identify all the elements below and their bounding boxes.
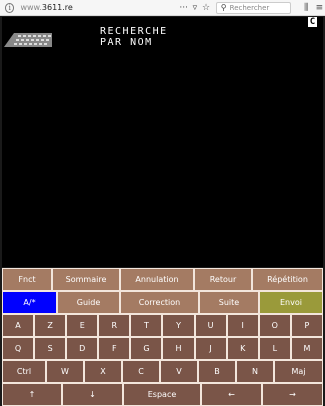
more-actions-icon[interactable]: ··· <box>178 3 189 13</box>
key-n[interactable]: N <box>236 360 274 383</box>
maj-key[interactable]: Maj <box>274 360 323 383</box>
bookmark-star-icon[interactable]: ☆ <box>200 3 211 13</box>
space-key[interactable]: Espace <box>123 383 201 406</box>
minitel-keyboard: Fnct Sommaire Annulation Retour Répétiti… <box>2 268 323 406</box>
key-w[interactable]: W <box>46 360 84 383</box>
key-k[interactable]: K <box>226 337 259 360</box>
correction-key[interactable]: Correction <box>120 291 199 314</box>
key-t[interactable]: T <box>130 314 163 337</box>
letters-row-3: Ctrl W X C V B N Maj <box>2 360 323 383</box>
function-row-2: A/* Guide Correction Suite Envoi <box>2 291 323 314</box>
minitel-screen: RECHERCHE PAR NOM C <box>2 17 323 267</box>
arrow-left-key[interactable]: ← <box>201 383 262 406</box>
key-c[interactable]: C <box>122 360 160 383</box>
screen-title: RECHERCHE PAR NOM <box>100 26 168 48</box>
key-v[interactable]: V <box>160 360 198 383</box>
browser-toolbar: i www.3611.re ··· ▿ ☆ ⚲ ⫼ ≡ <box>0 0 325 16</box>
envoi-key[interactable]: Envoi <box>259 291 323 314</box>
key-d[interactable]: D <box>66 337 99 360</box>
retour-key[interactable]: Retour <box>194 268 252 291</box>
menu-icon[interactable]: ≡ <box>314 3 325 13</box>
key-s[interactable]: S <box>34 337 67 360</box>
arrow-right-key[interactable]: → <box>262 383 323 406</box>
guide-key[interactable]: Guide <box>57 291 120 314</box>
library-icon[interactable]: ⫼ <box>301 3 312 13</box>
key-r[interactable]: R <box>98 314 131 337</box>
sommaire-key[interactable]: Sommaire <box>52 268 120 291</box>
alpha-star-key[interactable]: A/* <box>2 291 57 314</box>
letters-row-2: Q S D F G H J K L M <box>2 337 323 360</box>
search-icon: ⚲ <box>220 3 227 12</box>
key-j[interactable]: J <box>194 337 227 360</box>
arrow-down-key[interactable]: ↓ <box>62 383 123 406</box>
key-z[interactable]: Z <box>34 314 67 337</box>
key-y[interactable]: Y <box>162 314 195 337</box>
screen-title-line2: PAR NOM <box>100 37 153 48</box>
cursor-indicator: C <box>308 17 317 27</box>
key-b[interactable]: B <box>198 360 236 383</box>
suite-key[interactable]: Suite <box>199 291 259 314</box>
key-l[interactable]: L <box>258 337 291 360</box>
annuaire-logo-icon <box>4 33 52 47</box>
key-o[interactable]: O <box>258 314 291 337</box>
url-proto: www. <box>20 3 42 12</box>
key-x[interactable]: X <box>84 360 122 383</box>
url-host: 3611.re <box>41 3 73 12</box>
screen-title-line1: RECHERCHE <box>100 26 168 37</box>
fnct-key[interactable]: Fnct <box>2 268 52 291</box>
arrow-up-key[interactable]: ↑ <box>2 383 62 406</box>
letters-row-1: A Z E R T Y U I O P <box>2 314 323 337</box>
function-row-1: Fnct Sommaire Annulation Retour Répétiti… <box>2 268 323 291</box>
repetition-key[interactable]: Répétition <box>252 268 323 291</box>
ctrl-key[interactable]: Ctrl <box>2 360 46 383</box>
pocket-icon[interactable]: ▿ <box>189 3 200 13</box>
key-g[interactable]: G <box>130 337 163 360</box>
key-h[interactable]: H <box>162 337 195 360</box>
key-p[interactable]: P <box>290 314 323 337</box>
search-box[interactable]: ⚲ <box>215 1 291 14</box>
key-m[interactable]: M <box>290 337 323 360</box>
key-q[interactable]: Q <box>2 337 35 360</box>
key-f[interactable]: F <box>98 337 131 360</box>
search-input[interactable] <box>229 3 290 12</box>
key-i[interactable]: I <box>226 314 259 337</box>
info-icon[interactable]: i <box>5 2 15 13</box>
bottom-row: ↑ ↓ Espace ← → <box>2 383 323 406</box>
key-u[interactable]: U <box>194 314 227 337</box>
url-bar[interactable]: www.3611.re <box>20 3 160 12</box>
key-e[interactable]: E <box>66 314 99 337</box>
key-a[interactable]: A <box>2 314 35 337</box>
annulation-key[interactable]: Annulation <box>120 268 194 291</box>
